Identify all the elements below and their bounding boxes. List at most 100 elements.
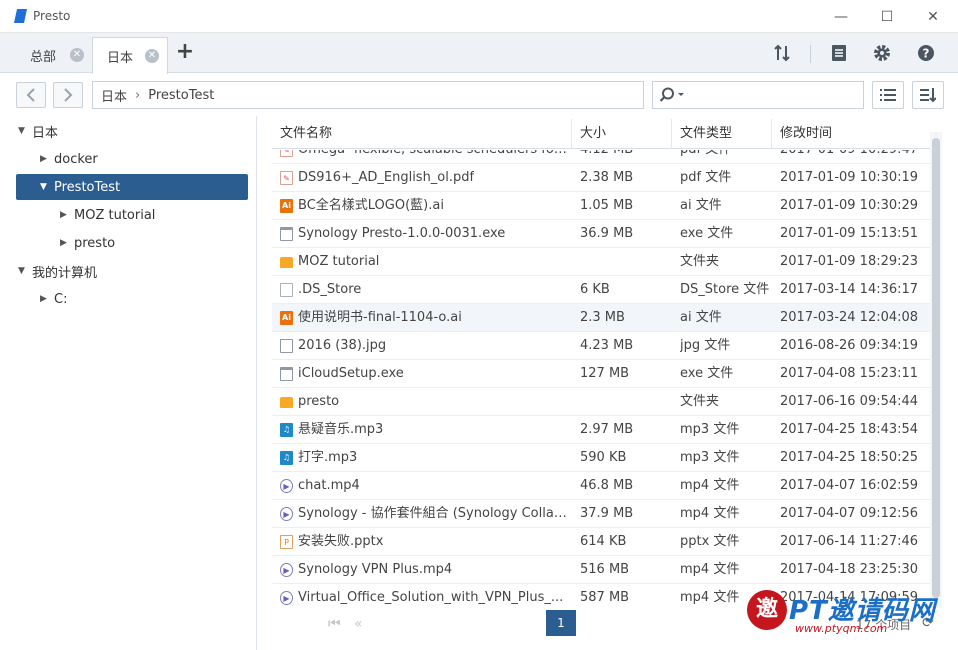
file-row[interactable]: ✎ Omega- flexible, scalable schedulers fo…	[272, 150, 932, 164]
file-modified-time: 2017-03-14 14:36:17	[780, 282, 919, 297]
watermark-url: www.ptyqm.com	[795, 622, 888, 635]
minimize-button[interactable]: —	[818, 0, 864, 33]
file-name-cell: Ai 使用说明书-final-1104-o.ai	[280, 304, 570, 332]
tab-japan[interactable]: 日本 ✕	[92, 37, 168, 74]
tree-item-docker[interactable]: ▶ docker	[40, 146, 248, 172]
caret-right-icon[interactable]: ▶	[40, 294, 54, 304]
tab-close-icon[interactable]: ✕	[70, 48, 84, 62]
column-header-name[interactable]: 文件名称	[272, 119, 572, 149]
folder-tree: ▼ 日本 ▶ docker ▼ PrestoTest ▶ MOZ tutoria…	[0, 116, 257, 650]
tree-item-label: PrestoTest	[54, 179, 121, 195]
mp4-file-icon: ▶	[280, 563, 293, 577]
file-row[interactable]: iCloudSetup.exe 127 MB exe 文件 2017-04-08 15…	[272, 360, 932, 388]
folder-file-icon	[280, 396, 293, 408]
scrollbar-thumb[interactable]	[932, 138, 940, 598]
caret-right-icon[interactable]: ▶	[40, 154, 54, 164]
forward-button[interactable]	[53, 82, 83, 108]
file-type: 文件夹	[680, 254, 720, 269]
settings-button[interactable]	[868, 40, 896, 66]
tree-item-label: presto	[74, 235, 116, 251]
chevron-left-icon	[26, 88, 35, 102]
file-row[interactable]: Ai 使用说明书-final-1104-o.ai 2.3 MB ai 文件 2017-0…	[272, 304, 932, 332]
file-row[interactable]: Synology Presto-1.0.0-0031.exe 36.9 MB exe…	[272, 220, 932, 248]
file-modified-time: 2017-01-09 15:13:51	[780, 226, 919, 241]
breadcrumb-segment[interactable]: PrestoTest	[148, 88, 214, 103]
presto-logo-icon	[14, 9, 27, 23]
minimize-icon: —	[834, 8, 848, 25]
jpg-file-icon: ▲	[280, 339, 293, 353]
file-modified-time: 2017-04-25 18:50:25	[780, 450, 919, 465]
file-name-cell: .DS_Store	[280, 276, 570, 304]
help-button[interactable]: ?	[912, 40, 940, 66]
file-list-header: 文件名称 大小 文件类型 修改时间	[272, 119, 932, 149]
tree-item-my-computer[interactable]: ▼ 我的计算机	[18, 258, 248, 284]
file-size: 1.05 MB	[580, 198, 634, 213]
navigation-bar: 日本 › PrestoTest	[0, 74, 958, 116]
mp4-file-icon: ▶	[280, 507, 293, 521]
column-header-type[interactable]: 文件类型	[672, 119, 772, 149]
file-name: BC全名樣式LOGO(藍).ai	[298, 198, 444, 213]
caret-down-icon[interactable]: ▼	[18, 266, 32, 276]
file-name-cell: ✎ Omega- flexible, scalable schedulers fo…	[280, 150, 570, 164]
search-icon[interactable]	[659, 87, 689, 103]
back-button[interactable]	[16, 82, 46, 108]
maximize-button[interactable]: ☐	[864, 0, 910, 33]
file-name: presto	[298, 394, 340, 409]
app-title: Presto	[33, 9, 71, 23]
file-type: mp3 文件	[680, 422, 740, 437]
file-modified-time: 2017-01-09 18:29:23	[780, 254, 919, 269]
file-row[interactable]: ▶ Synology - 協作套件組合 (Synology Collabo... 3…	[272, 500, 932, 528]
tree-item-prestotest[interactable]: ▼ PrestoTest	[16, 174, 248, 200]
file-row[interactable]: .DS_Store 6 KB DS_Store 文件 2017-03-14 14:36…	[272, 276, 932, 304]
mp4-file-icon: ▶	[280, 479, 293, 493]
file-row[interactable]: P 安装失败.pptx 614 KB pptx 文件 2017-06-14 11:27:…	[272, 528, 932, 556]
log-button[interactable]	[825, 40, 853, 66]
file-row[interactable]: ✎ DS916+_AD_English_ol.pdf 2.38 MB pdf 文件 20…	[272, 164, 932, 192]
file-name-cell: ▶ Synology - 協作套件組合 (Synology Collabo...	[280, 500, 570, 528]
sync-button[interactable]	[768, 40, 796, 66]
file-size	[580, 388, 675, 416]
file-row[interactable]: ▲ 2016 (38).jpg 4.23 MB jpg 文件 2016-08-26 09…	[272, 332, 932, 360]
file-row[interactable]: ♫ 打字.mp3 590 KB mp3 文件 2017-04-25 18:50:25	[272, 444, 932, 472]
current-page-button[interactable]: 1	[546, 610, 576, 636]
file-row[interactable]: ▶ Synology VPN Plus.mp4 516 MB mp4 文件 2017-0…	[272, 556, 932, 584]
column-header-modified[interactable]: 修改时间	[772, 119, 932, 149]
list-view-button[interactable]	[872, 81, 904, 109]
tree-item-moz-tutorial[interactable]: ▶ MOZ tutorial	[60, 202, 248, 228]
file-name: Synology Presto-1.0.0-0031.exe	[298, 226, 506, 241]
vertical-scrollbar[interactable]	[930, 132, 942, 608]
file-name: Omega- flexible, scalable schedulers for…	[298, 150, 570, 164]
caret-down-icon[interactable]: ▼	[18, 126, 32, 136]
file-row[interactable]: ▶ chat.mp4 46.8 MB mp4 文件 2017-04-07 16:02:5…	[272, 472, 932, 500]
file-row[interactable]: Ai BC全名樣式LOGO(藍).ai 1.05 MB ai 文件 2017-01-09…	[272, 192, 932, 220]
tab-close-icon[interactable]: ✕	[145, 49, 159, 63]
breadcrumb-segment[interactable]: 日本	[101, 86, 127, 105]
sort-button[interactable]	[912, 81, 944, 109]
tree-item-japan[interactable]: ▼ 日本	[18, 118, 248, 144]
watermark-logo-icon: 邀	[747, 590, 787, 630]
path-breadcrumb[interactable]: 日本 › PrestoTest	[92, 81, 644, 109]
previous-page-icon[interactable]: «	[354, 616, 363, 632]
column-header-size[interactable]: 大小	[572, 119, 672, 149]
tree-item-presto[interactable]: ▶ presto	[60, 230, 248, 256]
file-name-cell: ▶ Synology VPN Plus.mp4	[280, 556, 570, 584]
file-modified-time: 2017-06-14 11:27:46	[780, 534, 919, 549]
file-file-icon	[280, 283, 293, 297]
file-row[interactable]: presto 文件夹 2017-06-16 09:54:44	[272, 388, 932, 416]
search-input[interactable]	[652, 81, 864, 109]
tree-item-c-drive[interactable]: ▶ C:	[40, 286, 248, 312]
file-name: DS916+_AD_English_ol.pdf	[298, 170, 475, 185]
caret-right-icon[interactable]: ▶	[60, 238, 74, 248]
file-type: exe 文件	[680, 226, 734, 241]
tab-headquarters[interactable]: 总部 ✕	[16, 37, 92, 73]
add-tab-button[interactable]: +	[170, 39, 200, 67]
close-window-button[interactable]: ✕	[910, 0, 956, 33]
file-row[interactable]: MOZ tutorial 文件夹 2017-01-09 18:29:23	[272, 248, 932, 276]
first-page-icon[interactable]: ⏮	[328, 616, 341, 632]
file-modified-time: 2017-04-18 23:25:30	[780, 562, 919, 577]
file-type: mp4 文件	[680, 478, 740, 493]
ai-file-icon: Ai	[280, 311, 293, 325]
file-row[interactable]: ♫ 悬疑音乐.mp3 2.97 MB mp3 文件 2017-04-25 18:43:5…	[272, 416, 932, 444]
caret-right-icon[interactable]: ▶	[60, 210, 74, 220]
caret-down-icon[interactable]: ▼	[40, 182, 54, 192]
